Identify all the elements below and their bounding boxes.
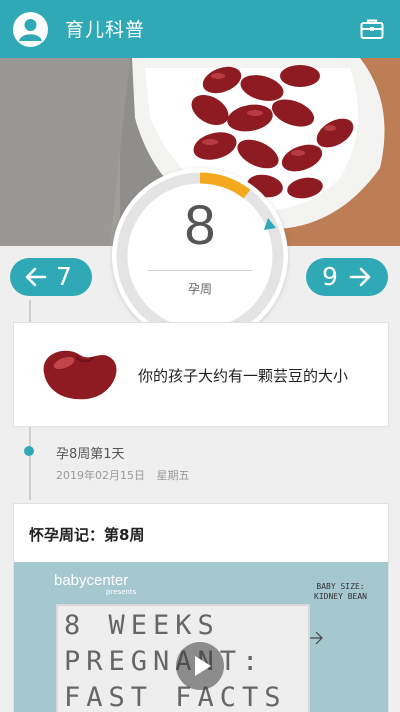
arrow-right-icon [348,258,372,307]
week-progress-dial: 8 孕周 [112,168,288,344]
video-presents: presents [106,588,137,596]
date-text: 2019年02月15日 [56,469,145,482]
video-thumbnail[interactable]: babycenter presents BABY SIZE: KIDNEY BE… [14,562,388,712]
baby-size-text: 你的孩子大约有一颗芸豆的大小 [138,367,349,385]
week-label: 孕周 [187,282,212,296]
arrow-left-icon [24,258,48,307]
page-title: 育儿科普 [65,19,146,41]
board-line-1: 8 WEEKS [64,610,220,641]
date-line: 2019年02月15日 星期五 [56,467,190,483]
weekly-diary-card[interactable]: 怀孕周记：第8周 babycenter presents BABY SIZE: … [13,503,389,712]
board-line-3: FAST FACTS [64,682,287,712]
briefcase-icon[interactable] [360,18,384,44]
previous-week-number: 7 [56,262,72,291]
weekday-text: 星期五 [156,469,190,482]
video-brand-logo: babycenter [54,572,129,589]
current-week-number: 8 [184,193,216,256]
kidney-bean-image [36,343,120,407]
baby-size-label: BABY SIZE: [316,582,365,591]
diary-title: 怀孕周记：第8周 [29,526,145,544]
dial-divider [148,270,252,271]
baby-size-value: KIDNEY BEAN [314,592,367,601]
play-icon[interactable] [176,642,224,690]
video-baby-size: BABY SIZE: KIDNEY BEAN [314,582,367,602]
board-line-2: PREGNANT: [64,646,265,677]
next-week-number: 9 [322,262,338,291]
pregnancy-day-title: 孕8周第1天 [56,447,125,462]
next-week-button[interactable]: 9 [306,258,388,296]
baby-size-card[interactable]: 你的孩子大约有一颗芸豆的大小 [13,322,389,427]
timeline-dot [24,446,34,456]
previous-week-button[interactable]: 7 [10,258,92,296]
app-header: 育儿科普 [0,0,400,58]
person-icon[interactable] [13,12,48,47]
